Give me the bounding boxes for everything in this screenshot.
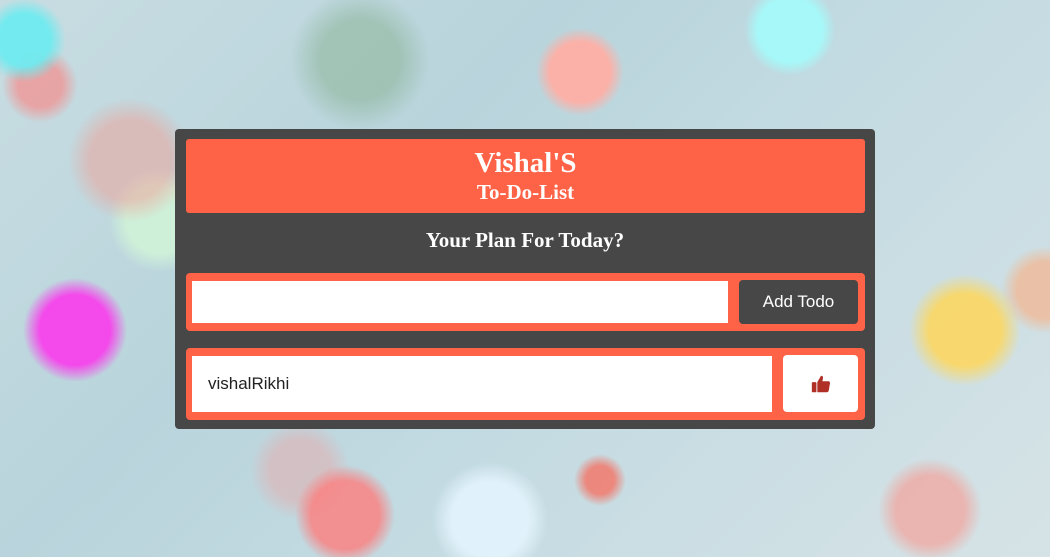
add-todo-form: Add Todo [186, 273, 865, 331]
thumbs-up-icon [811, 375, 830, 392]
like-button[interactable] [783, 355, 858, 412]
app-subtitle: To-Do-List [476, 180, 575, 204]
plan-prompt: Your Plan For Today? [425, 228, 625, 252]
app-header: Vishal'S To-Do-List [186, 139, 865, 213]
todo-input[interactable] [192, 281, 728, 323]
todo-item-text: vishalRikhi [192, 356, 772, 412]
app-title: Vishal'S [474, 147, 577, 179]
todo-list-item: vishalRikhi [186, 348, 865, 420]
add-todo-button[interactable]: Add Todo [739, 280, 858, 324]
todo-card: Vishal'S To-Do-List Your Plan For Today?… [175, 129, 875, 429]
